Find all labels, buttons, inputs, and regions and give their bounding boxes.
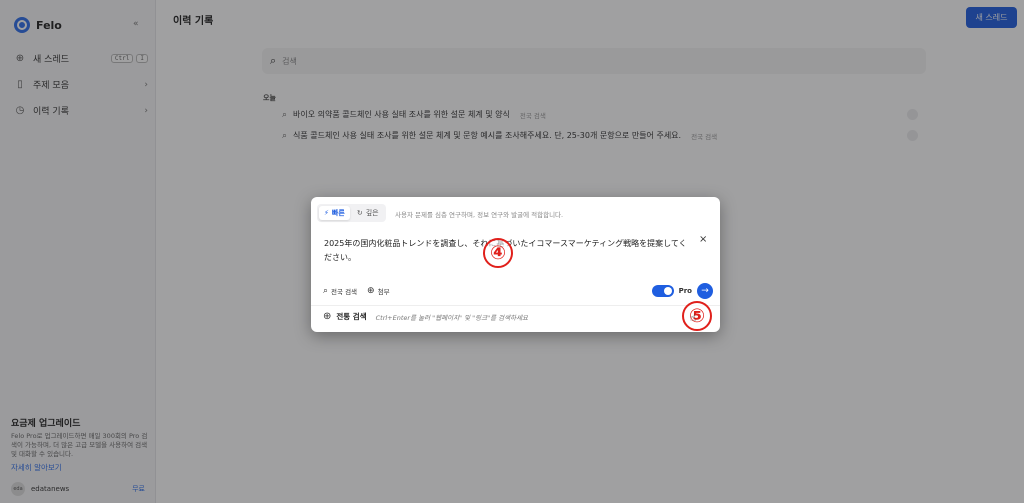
search-scope-button[interactable]: ⌕ 전국 검색 <box>323 286 357 296</box>
step-marker-4: ④ <box>483 238 513 268</box>
step-marker-5: ⑤ <box>682 301 712 331</box>
lightning-icon: ⚡ <box>324 209 329 217</box>
send-button[interactable]: → <box>697 283 713 299</box>
attach-button[interactable]: ⊕ 첨부 <box>367 286 390 296</box>
traditional-search-label: 전통 검색 <box>336 312 367 321</box>
globe-icon: ⊕ <box>323 311 332 322</box>
mode-deep-button[interactable]: ↻ 깊은 <box>352 206 384 220</box>
close-icon[interactable]: × <box>699 234 707 245</box>
search-icon: ⌕ <box>323 286 329 296</box>
refresh-icon: ↻ <box>356 209 363 217</box>
pro-toggle[interactable] <box>651 285 674 297</box>
mode-fast-button[interactable]: ⚡ 빠른 <box>319 206 350 220</box>
traditional-search[interactable]: ⊕ 전통 검색 Ctrl+Enter를 눌러 "웹페이지" 및 "링크"를 검색… <box>323 311 528 322</box>
dialog-controls: ⌕ 전국 검색 ⊕ 첨부 Pro → <box>323 283 713 299</box>
mode-description: 사용자 문제를 심층 연구하며, 정보 연구와 발굴에 적합합니다. <box>395 211 564 219</box>
shortcut-hint: Ctrl+Enter를 눌러 "웹페이지" 및 "링크"를 검색하세요 <box>375 313 529 322</box>
divider <box>311 305 720 306</box>
plus-circle-icon: ⊕ <box>367 286 375 296</box>
search-dialog: ⚡ 빠른 ↻ 깊은 사용자 문제를 심층 연구하며, 정보 연구와 발굴에 적합… <box>311 197 720 332</box>
hand-cursor-icon: ☝ <box>690 313 697 324</box>
pro-label: Pro <box>678 287 692 295</box>
mode-toggle: ⚡ 빠른 ↻ 깊은 <box>317 204 386 222</box>
pro-control: Pro → <box>651 283 713 299</box>
